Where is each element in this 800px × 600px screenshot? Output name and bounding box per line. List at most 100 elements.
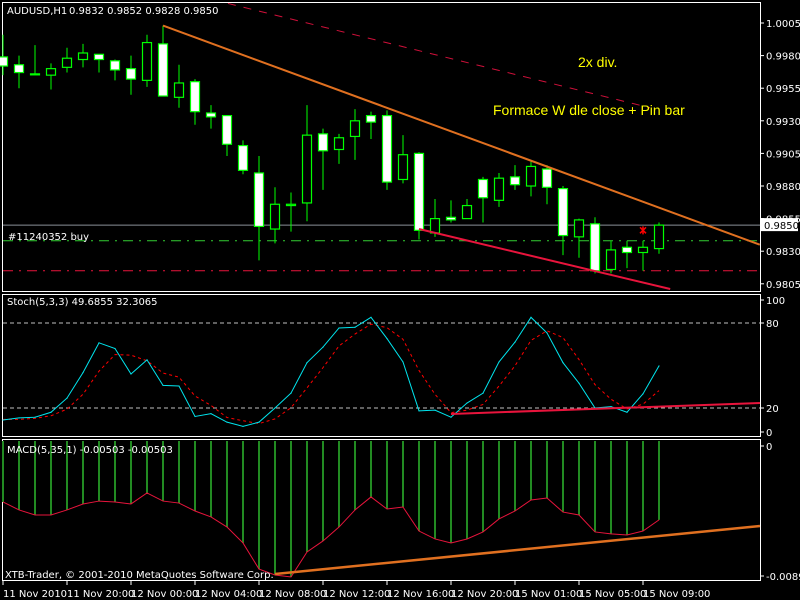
candle-body: [45, 68, 57, 76]
candle-body: [317, 133, 329, 152]
candle-body: [477, 178, 489, 199]
candle-body: [621, 246, 633, 254]
macd-tick-label: -0.0089: [766, 572, 800, 583]
candle-body: [573, 219, 585, 238]
candle-body: [541, 168, 553, 188]
candle: [589, 217, 601, 274]
stochastic-main-point: [466, 402, 468, 404]
stochastic-main-point: [130, 373, 132, 375]
price-tick-label: 0.9930: [766, 117, 800, 128]
stochastic-main-point: [82, 371, 84, 374]
symbol-label: AUDUSD,H1: [7, 6, 67, 17]
macd-tick-label: 0: [766, 442, 772, 453]
candle: [237, 140, 249, 175]
stochastic-main-point: [194, 415, 196, 418]
candle-body: [589, 223, 601, 272]
stochastic-main-point: [642, 393, 644, 395]
stochastic-main-point: [402, 361, 404, 363]
candle-body: [61, 57, 73, 68]
stochastic-main-point: [338, 327, 340, 329]
price-tick-label: 0.9880: [766, 182, 800, 193]
candle-body: [493, 177, 505, 201]
price-axis: 1.0005 0.9980 0.9955 0.9930 0.9905 0.9880 0.98…: [760, 19, 800, 291]
candle-body: [333, 137, 345, 151]
candle-body: [349, 120, 361, 138]
stochastic-main-point: [274, 407, 276, 409]
candle-body: [285, 203, 297, 207]
stochastic-main-point: [322, 346, 324, 348]
stochastic-tick-label: 20: [766, 404, 779, 415]
stochastic-main-point: [626, 411, 628, 413]
stochastic-main-point: [210, 413, 212, 415]
stochastic-main-point: [354, 326, 356, 328]
stochastic-main-point: [546, 332, 548, 334]
order-label: #11240352 buy: [8, 232, 89, 243]
stochastic-main-point: [450, 416, 452, 418]
candle-body: [445, 216, 457, 221]
stochastic-tick-label: 0: [766, 428, 772, 439]
copyright-label: XTB-Trader, © 2001-2010 MetaQuotes Softw…: [5, 570, 274, 581]
candle-body: [205, 112, 217, 118]
time-tick-label: 12 Nov 04:00: [195, 589, 262, 600]
stochastic-main-point: [514, 341, 516, 343]
stochastic-main-point: [578, 382, 580, 384]
time-tick-label: 12 Nov 08:00: [259, 589, 326, 600]
candle-body: [221, 114, 233, 145]
stochastic-main-point: [226, 421, 228, 423]
stochastic-main-point: [146, 359, 148, 361]
candle: [653, 222, 665, 254]
candle-body: [269, 203, 281, 230]
candle-body: [109, 60, 121, 71]
candle-body: [461, 204, 473, 220]
candle-body: [0, 56, 9, 67]
candle-body: [429, 218, 441, 234]
stochastic-main-point: [290, 392, 292, 394]
candle-body: [557, 188, 569, 237]
stochastic-main-point: [530, 316, 532, 318]
time-tick-label: 12 Nov 20:00: [451, 589, 518, 600]
stochastic-main-point: [658, 365, 660, 367]
stochastic-main-point: [2, 419, 4, 421]
stochastic-main-point: [482, 392, 484, 394]
candle-body: [189, 81, 201, 113]
time-tick-label: 15 Nov 05:00: [579, 589, 646, 600]
price-tick-label: 0.9830: [766, 247, 800, 258]
time-tick-label: 11 Nov 20:00: [67, 589, 134, 600]
stochastic-main-point: [306, 362, 308, 364]
price-tick-label: 0.9955: [766, 84, 800, 95]
candle-body: [525, 165, 537, 187]
candle: [413, 152, 425, 240]
stochastic-title: Stoch(5,3,3) 49.6855 32.3065: [7, 297, 158, 308]
stochastic-main-point: [34, 416, 36, 418]
candle-body: [509, 176, 521, 186]
ohlc-label: 0.9832 0.9852 0.9828 0.9850: [69, 6, 219, 17]
candle-body: [381, 114, 393, 183]
time-tick-label: 12 Nov 16:00: [387, 589, 454, 600]
candle-body: [301, 134, 313, 204]
candle-body: [653, 224, 665, 250]
candle-body: [13, 64, 25, 74]
stochastic-tick-label: 80: [766, 319, 779, 330]
candle-body: [637, 246, 649, 254]
stochastic-main-point: [434, 409, 436, 411]
stochastic-main-point: [370, 316, 372, 318]
candle-body: [125, 68, 137, 80]
stochastic-main-point: [498, 361, 500, 363]
bid-price-label: 0.9850: [764, 221, 799, 232]
candle-body: [605, 249, 617, 271]
stochastic-main-point: [418, 410, 420, 412]
candle-body: [157, 43, 169, 97]
annotation-pattern: Formace W dle close + Pin bar: [493, 102, 685, 118]
stochastic-main-point: [18, 417, 20, 419]
stochastic-main-point: [258, 421, 260, 423]
price-tick-label: 1.0005: [766, 19, 800, 30]
candle-body: [365, 114, 377, 123]
stochastic-tick-label: 100: [766, 296, 785, 307]
stochastic-main-point: [114, 347, 116, 350]
price-tick-label: 0.9805: [766, 280, 800, 291]
trading-chart[interactable]: 1.0005 0.9980 0.9955 0.9930 0.9905 0.9880 0.98…: [0, 0, 800, 600]
time-tick-label: 15 Nov 01:00: [515, 589, 582, 600]
stochastic-main-point: [610, 405, 612, 408]
stochastic-main-point: [98, 342, 100, 344]
candle-body: [413, 152, 425, 231]
